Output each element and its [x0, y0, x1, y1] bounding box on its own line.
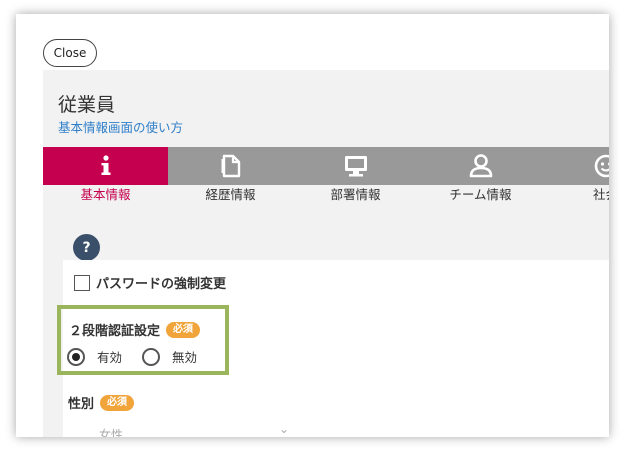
info-icon: [101, 155, 110, 175]
two-factor-options: 有効 無効: [67, 347, 217, 366]
gender-label: 性別: [68, 397, 95, 412]
document-icon: [221, 154, 240, 178]
tab-label-basic-info[interactable]: 基本情報: [43, 185, 168, 211]
tab-labels: 基本情報 経歴情報 部署情報 チーム情報 社会: [43, 185, 609, 211]
chevron-down-icon: ⌄: [279, 422, 290, 436]
gender-select-value: 女性: [99, 428, 124, 437]
two-factor-disabled-radio[interactable]: 無効: [142, 347, 197, 366]
monitor-icon: [344, 156, 367, 177]
two-factor-label: ２段階認証設定: [69, 324, 161, 339]
radio-label-enabled: 有効: [97, 350, 123, 365]
form-area: パスワードの強制変更 ２段階認証設定 必須 有効 無効 性別 必須 女性 ⌄: [57, 260, 609, 437]
tab-label-social-info[interactable]: 社会: [543, 185, 609, 211]
help-icon[interactable]: ?: [73, 234, 100, 261]
tab-team-info[interactable]: [418, 147, 543, 185]
gender-title: 性別 必須: [68, 393, 135, 412]
radio-selected-indicator[interactable]: [67, 347, 85, 366]
two-factor-title: ２段階認証設定 必須: [69, 320, 201, 339]
help-link[interactable]: 基本情報画面の使い方: [58, 117, 183, 136]
password-force-change-label: パスワードの強制変更: [96, 277, 227, 292]
radio-unselected-indicator[interactable]: [142, 347, 161, 366]
radio-label-disabled: 無効: [172, 350, 198, 365]
two-factor-enabled-radio[interactable]: 有効: [67, 347, 122, 366]
gender-select[interactable]: 女性 ⌄: [79, 418, 309, 437]
two-factor-highlight: ２段階認証設定 必須 有効 無効: [57, 305, 229, 375]
tab-label-career-info[interactable]: 経歴情報: [168, 185, 293, 211]
smiley-icon: [594, 154, 609, 178]
tab-social-info[interactable]: [543, 147, 609, 185]
tab-department-info[interactable]: [293, 147, 418, 185]
tab-bar: [43, 147, 609, 185]
close-button[interactable]: Close: [43, 39, 97, 67]
tab-basic-info[interactable]: [43, 147, 168, 185]
person-icon: [469, 154, 492, 178]
page-title: 従業員: [58, 94, 116, 116]
required-badge: 必須: [166, 321, 201, 338]
required-badge: 必須: [100, 394, 135, 411]
employee-dialog: Close 従業員 基本情報画面の使い方 基本情報 経歴情報 部署情報 チーム情…: [16, 14, 609, 437]
tab-label-department-info[interactable]: 部署情報: [293, 185, 418, 211]
tab-career-info[interactable]: [168, 147, 293, 185]
password-force-change-checkbox[interactable]: パスワードの強制変更: [74, 273, 226, 292]
employee-panel: 従業員 基本情報画面の使い方 基本情報 経歴情報 部署情報 チーム情報 社 ? …: [43, 70, 609, 437]
tab-label-team-info[interactable]: チーム情報: [418, 185, 543, 211]
checkbox-box[interactable]: [74, 274, 90, 291]
